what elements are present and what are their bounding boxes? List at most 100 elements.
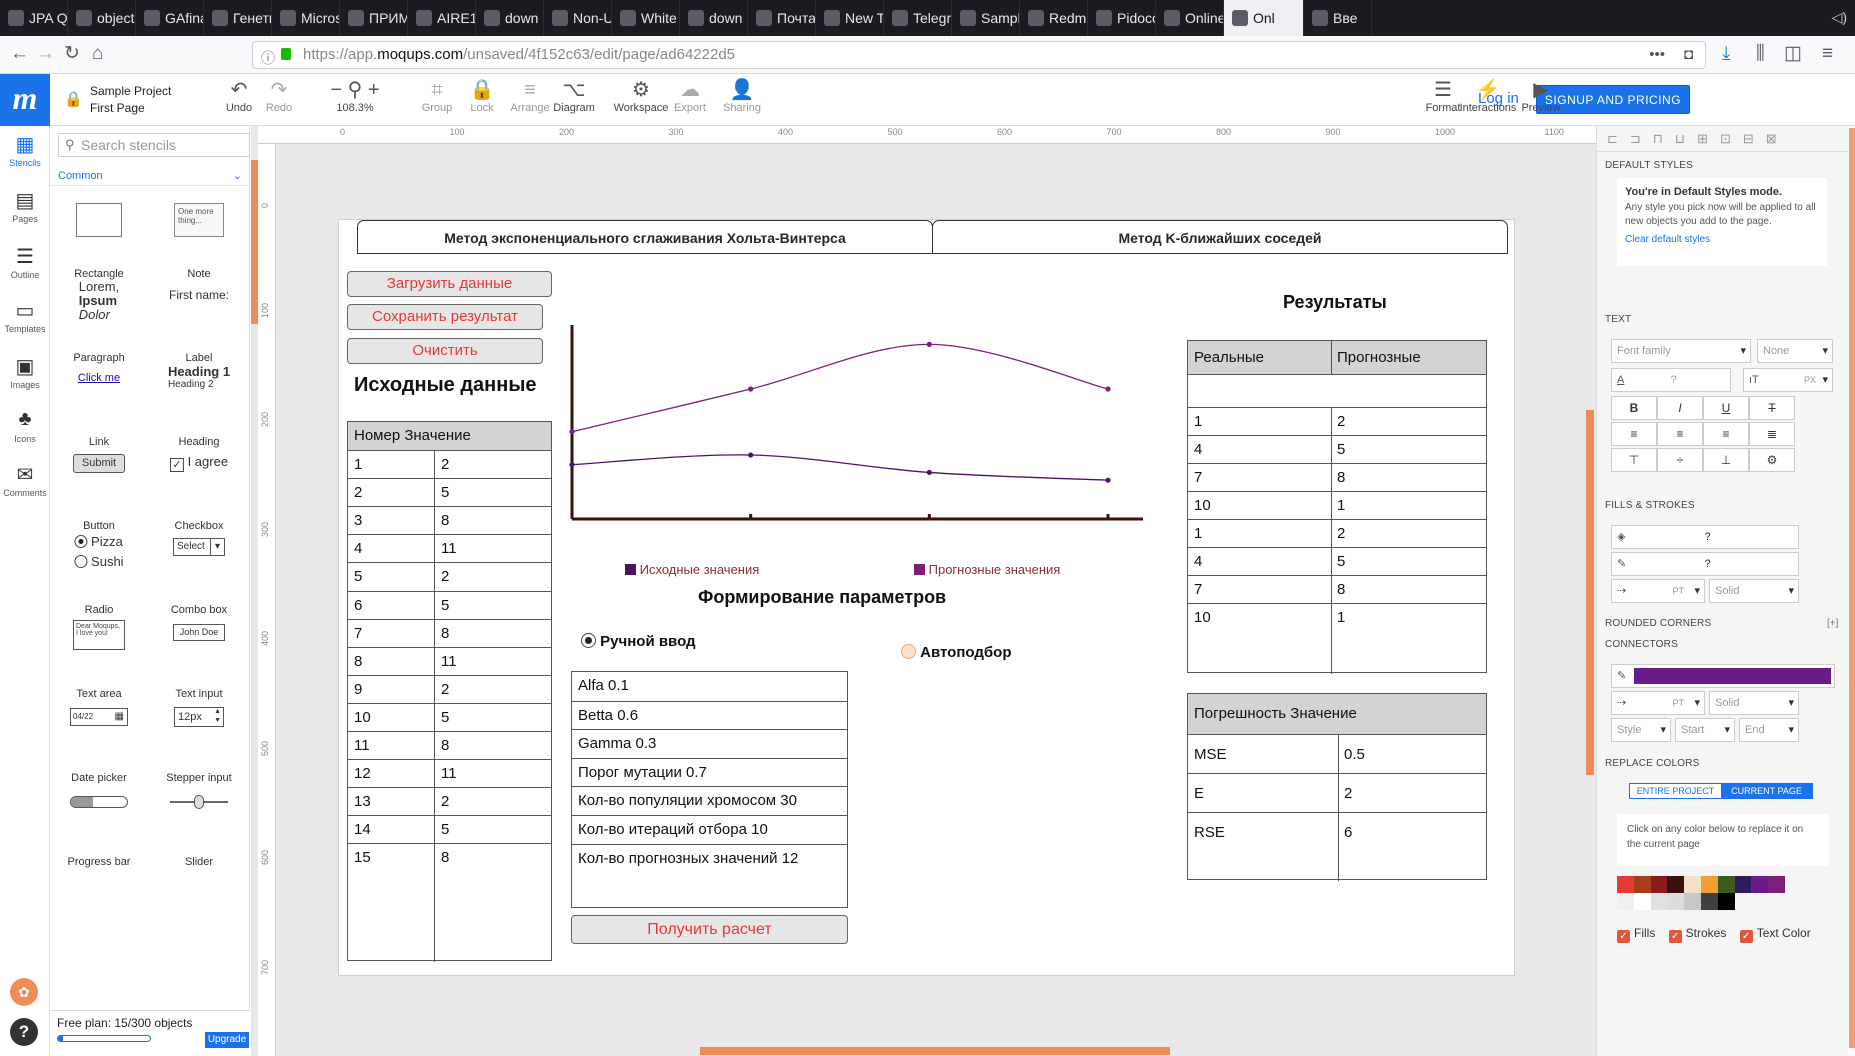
connector-end-select[interactable]: End ▾	[1739, 718, 1799, 742]
connector-color-input[interactable]: ✎	[1611, 664, 1835, 688]
palette-color-swatch[interactable]	[1650, 893, 1668, 910]
browser-tab[interactable]: Non-U	[544, 0, 612, 36]
palette-color-swatch[interactable]	[1768, 876, 1785, 893]
browser-tab[interactable]: Micros	[272, 0, 340, 36]
palette-color-swatch[interactable]	[1633, 876, 1651, 893]
browser-tab[interactable]: AIRE12-19	[408, 0, 476, 36]
browser-tab[interactable]: down	[680, 0, 748, 36]
browser-tab[interactable]: object	[68, 0, 136, 36]
vertical-scrollbar[interactable]	[1586, 410, 1594, 775]
toolbar-diagram-button[interactable]: ⌥ Diagram	[553, 78, 595, 114]
leftbar-stencils[interactable]: ▦ Stencils	[0, 132, 50, 168]
palette-color-swatch[interactable]	[1684, 876, 1701, 893]
preview-button[interactable]: ▶ Preview	[1512, 78, 1570, 114]
underline-button[interactable]: U	[1703, 396, 1749, 420]
valign-bottom-icon[interactable]: ⊥	[1703, 448, 1749, 472]
entire-project-button[interactable]: ENTIRE PROJECT	[1630, 784, 1721, 798]
palette-color-swatch[interactable]	[1617, 876, 1634, 893]
align-tools-icons[interactable]: ⊏⊐⊓⊔⊞⊡⊟⊠	[1597, 126, 1855, 152]
pocket-icon[interactable]: ◘	[1684, 42, 1693, 68]
browser-tab[interactable]: Telegr	[884, 0, 952, 36]
leftbar-images[interactable]: ▣ Images	[0, 354, 50, 390]
text-color-input[interactable]: A?	[1611, 368, 1731, 392]
leftbar-templates[interactable]: ▭ Templates	[0, 298, 50, 334]
valign-middle-icon[interactable]: ÷	[1657, 448, 1703, 472]
library-icon[interactable]: ⫼	[1756, 44, 1765, 64]
align-justify-icon[interactable]: ≣	[1749, 422, 1795, 446]
browser-tab[interactable]: Генети	[204, 0, 272, 36]
browser-tab[interactable]: ПРИМЕН	[340, 0, 408, 36]
line-height-input[interactable]: ıT PX ▾	[1743, 368, 1833, 392]
gift-icon[interactable]: ✿	[10, 978, 38, 1006]
browser-tab[interactable]: down	[476, 0, 544, 36]
palette-color-swatch[interactable]	[1684, 893, 1701, 910]
rounded-corners-add[interactable]: [+]	[1827, 618, 1838, 629]
tab-holt-winters[interactable]: Метод экспоненциального сглаживания Холь…	[357, 220, 933, 254]
toolbar-lock-button[interactable]: 🔒 Lock	[465, 78, 499, 114]
font-family-select[interactable]: Font family ▾	[1611, 339, 1751, 363]
browser-tab[interactable]: JPA Q	[0, 0, 68, 36]
toolbar-workspace-button[interactable]: ⚙ Workspace	[612, 78, 670, 114]
browser-tab[interactable]: Sample	[952, 0, 1020, 36]
help-icon[interactable]: ?	[10, 1018, 38, 1046]
current-page-button[interactable]: CURRENT PAGE	[1721, 784, 1812, 798]
text-settings-icon[interactable]: ⚙	[1749, 448, 1795, 472]
toolbar-export-button[interactable]: ☁ Export	[672, 78, 708, 114]
toolbar-sharing-button[interactable]: 👤 Sharing	[718, 78, 766, 114]
load-data-button[interactable]: Загрузить данные	[347, 271, 552, 297]
radio-manual[interactable]: Ручной ввод	[581, 633, 696, 650]
leftbar-outline[interactable]: ☰ Outline	[0, 244, 50, 280]
palette-color-swatch[interactable]	[1701, 893, 1718, 910]
browser-tab[interactable]: GAfinal.p	[136, 0, 204, 36]
browser-tab[interactable]: New Ta	[816, 0, 884, 36]
connector-width-input[interactable]: ⇢ PT ▾	[1611, 691, 1705, 715]
category-dropdown[interactable]: Common ⌄	[50, 166, 250, 186]
textcolor-checkbox[interactable]: ✓ Text Color	[1739, 926, 1811, 943]
browser-tab[interactable]: Почта	[748, 0, 816, 36]
connector-line-style-select[interactable]: Style ▾	[1611, 718, 1671, 742]
align-right-icon[interactable]: ≡	[1703, 422, 1749, 446]
browser-tab[interactable]: White	[612, 0, 680, 36]
download-icon[interactable]: ⤓	[1722, 44, 1730, 64]
palette-color-swatch[interactable]	[1717, 893, 1735, 910]
interactions-button[interactable]: ⚡ Interactions	[1459, 78, 1517, 114]
search-stencils-input[interactable]: ⚲ Search stencils	[58, 133, 250, 157]
toolbar-108-3--button[interactable]: − ⚲ +108.3%	[322, 78, 388, 114]
toolbar-arrange-button[interactable]: ≡ Arrange	[508, 78, 552, 114]
toolbar-undo-button[interactable]: ↶ Undo	[222, 78, 256, 114]
palette-color-swatch[interactable]	[1650, 876, 1668, 893]
format-panel-scrollbar[interactable]	[1848, 126, 1855, 1056]
palette-color-swatch[interactable]	[1667, 876, 1685, 893]
stroke-style-select[interactable]: Solid ▾	[1709, 579, 1799, 603]
reload-icon[interactable]: ↻	[64, 44, 80, 64]
stencil-slider[interactable]: Slider	[150, 774, 248, 874]
align-left-icon[interactable]: ≡	[1611, 422, 1657, 446]
palette-color-swatch[interactable]	[1617, 893, 1634, 910]
valign-top-icon[interactable]: ⊤	[1611, 448, 1657, 472]
bold-button[interactable]: B	[1611, 396, 1657, 420]
align-center-icon[interactable]: ≡	[1657, 422, 1703, 446]
leftbar-comments[interactable]: ✉ Comments	[0, 462, 50, 498]
stroke-width-input[interactable]: ⇢ PT ▾	[1611, 579, 1705, 603]
palette-color-swatch[interactable]	[1751, 876, 1769, 893]
audio-icon[interactable]: ◁)	[1824, 0, 1855, 36]
calculate-button[interactable]: Получить расчет	[571, 915, 848, 944]
browser-tab[interactable]: Вве	[1304, 0, 1372, 36]
home-icon[interactable]: ⌂	[92, 44, 103, 64]
browser-tab[interactable]: RedmineF	[1020, 0, 1088, 36]
connector-start-select[interactable]: Start ▾	[1675, 718, 1735, 742]
toolbar-group-button[interactable]: ⌗ Group	[420, 78, 454, 114]
connector-style-select[interactable]: Solid ▾	[1709, 691, 1799, 715]
stroke-color-input[interactable]: ✎?	[1611, 552, 1799, 576]
radio-auto[interactable]: Автоподбор	[901, 644, 1011, 661]
strokes-checkbox[interactable]: ✓ Strokes	[1668, 926, 1726, 943]
palette-color-swatch[interactable]	[1701, 876, 1718, 893]
tab-knn[interactable]: Метод K-ближайших соседей	[932, 220, 1508, 254]
sidebar-icon[interactable]: ◫	[1784, 44, 1802, 64]
leftbar-pages[interactable]: ▤ Pages	[0, 188, 50, 224]
toolbar-redo-button[interactable]: ↷ Redo	[262, 78, 296, 114]
url-input[interactable]: ⓘ https://app.moqups.com/unsaved/4f152c6…	[252, 41, 1706, 69]
save-result-button[interactable]: Сохранить результат	[347, 304, 543, 330]
font-size-select[interactable]: None ▾	[1757, 339, 1833, 363]
palette-color-swatch[interactable]	[1633, 893, 1651, 910]
